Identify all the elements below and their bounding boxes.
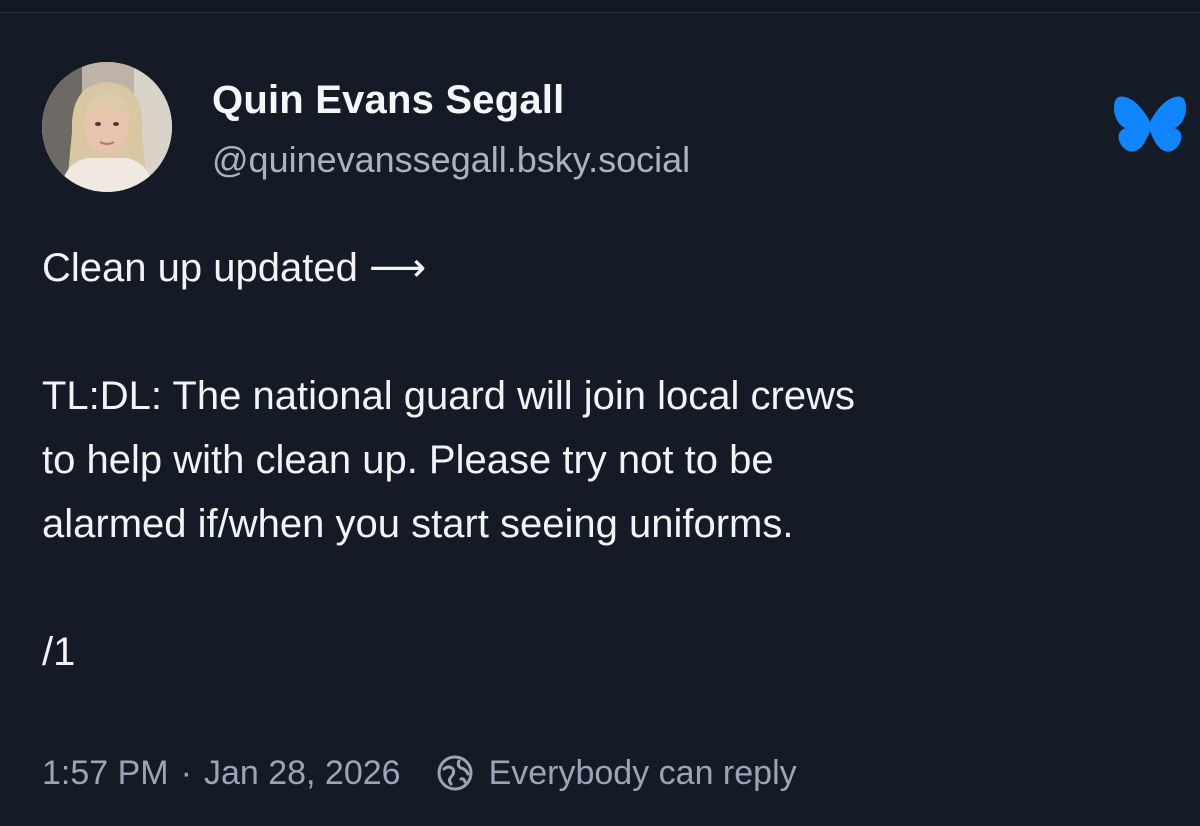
author-handle[interactable]: @quinevanssegall.bsky.social — [212, 139, 690, 181]
post-text: Clean up updated ⟶ TL:DL: The national g… — [42, 236, 1182, 684]
author-display-name[interactable]: Quin Evans Segall — [212, 78, 564, 123]
reply-setting[interactable]: Everybody can reply — [489, 754, 797, 793]
post-meta: 1:57 PM · Jan 28, 2026 Everybody can rep… — [42, 752, 797, 794]
tldl-line: alarmed if/when you start seeing uniform… — [42, 502, 794, 546]
meta-separator: · — [180, 753, 192, 792]
profile-photo-icon — [42, 62, 172, 192]
post-first-line: Clean up updated ⟶ — [42, 246, 427, 290]
tldl-paragraph: TL:DL: The national guard will join loca… — [42, 364, 1182, 556]
post-time[interactable]: 1:57 PM — [42, 754, 169, 793]
post-date[interactable]: Jan 28, 2026 — [204, 754, 401, 793]
post-card[interactable]: Quin Evans Segall @quinevanssegall.bsky.… — [0, 12, 1200, 826]
tldl-line: to help with clean up. Please try not to… — [42, 438, 774, 482]
butterfly-icon — [1112, 94, 1188, 164]
globe-icon — [435, 753, 475, 793]
tldl-line: TL:DL: The national guard will join loca… — [42, 374, 855, 418]
thread-marker: /1 — [42, 630, 76, 674]
author-avatar[interactable] — [42, 62, 172, 192]
